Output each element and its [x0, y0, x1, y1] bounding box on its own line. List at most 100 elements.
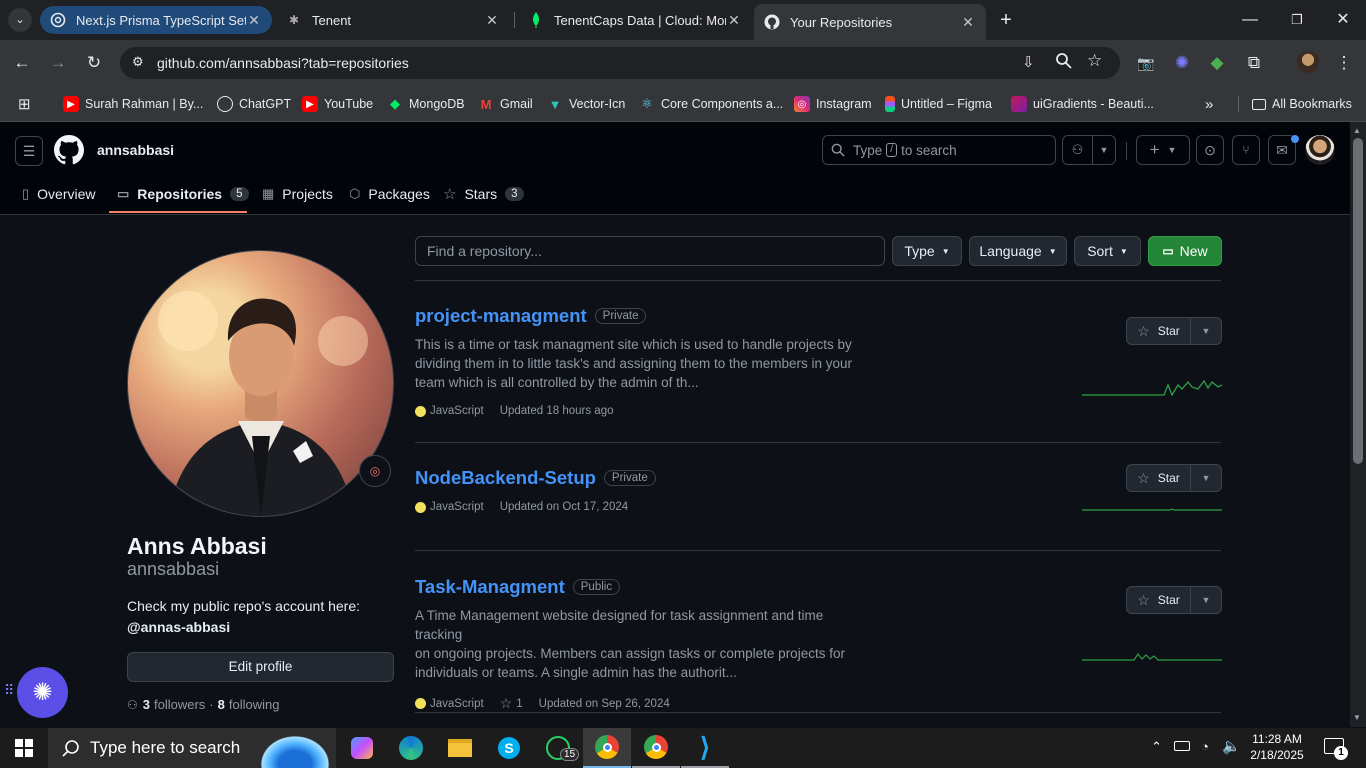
minimize-window-button[interactable]: —	[1238, 8, 1262, 32]
colorful-extension-icon[interactable]: ◆	[1205, 51, 1229, 75]
whatsapp-app-icon[interactable]: 15	[534, 728, 582, 768]
restore-window-button[interactable]: ❐	[1285, 8, 1309, 32]
close-window-button[interactable]: ✕	[1331, 8, 1355, 32]
close-tab-icon[interactable]: ✕	[484, 12, 500, 29]
clock[interactable]: 11:28 AM 2/18/2025	[1247, 731, 1307, 763]
star-lists-dropdown[interactable]: ▼	[1191, 465, 1221, 491]
tab-nextjs-prisma[interactable]: Next.js Prisma TypeScript Setup ✕	[40, 6, 272, 34]
bookmark-gmail[interactable]: M Gmail	[478, 94, 533, 114]
drag-handle-icon[interactable]: ⠿	[4, 682, 14, 699]
install-app-icon[interactable]: ⇩	[1022, 53, 1035, 71]
bookmark-chatgpt[interactable]: ChatGPT	[217, 94, 291, 114]
address-bar[interactable]: ⚙ github.com/annsabbasi?tab=repositories…	[120, 47, 1120, 79]
tab-your-repositories[interactable]: Your Repositories ✕	[754, 4, 986, 40]
header-search-input[interactable]: Type / to search	[822, 135, 1056, 165]
tab-stars[interactable]: ☆ Stars 3	[443, 184, 524, 204]
close-tab-icon[interactable]: ✕	[960, 14, 976, 31]
star-button-main[interactable]: ☆ Star	[1127, 587, 1191, 613]
taskbar-search-box[interactable]: Type here to search	[48, 728, 336, 768]
followers-count[interactable]: 3	[143, 697, 150, 712]
following-count[interactable]: 8	[218, 697, 225, 712]
star-button[interactable]: ☆ Star ▼	[1126, 586, 1222, 614]
bookmark-youtube[interactable]: ▶ YouTube	[302, 94, 373, 114]
bookmark-surah-rahman[interactable]: ▶ Surah Rahman | By...	[63, 94, 203, 114]
gear-extension-icon[interactable]: ✺	[1170, 51, 1194, 75]
bookmark-vector-icn[interactable]: ▼ Vector-Icn	[547, 94, 626, 114]
edit-profile-button[interactable]: Edit profile	[127, 652, 394, 682]
windows-start-icon[interactable]	[0, 728, 48, 768]
battery-icon[interactable]	[1174, 741, 1190, 751]
forward-icon[interactable]: →	[46, 51, 70, 75]
create-new-button[interactable]: + ▼	[1136, 135, 1190, 165]
reload-icon[interactable]: ↻	[82, 51, 106, 75]
skype-app-icon[interactable]: S	[485, 728, 533, 768]
user-avatar[interactable]	[1305, 135, 1335, 165]
address-bar-url[interactable]: github.com/annsabbasi?tab=repositories	[157, 55, 409, 71]
all-bookmarks-folder[interactable]: All Bookmarks	[1252, 94, 1352, 114]
status-emoji-button[interactable]: ◎	[359, 455, 391, 487]
header-username[interactable]: annsabbasi	[97, 142, 174, 158]
scrollbar-thumb[interactable]	[1353, 138, 1363, 464]
site-info-icon[interactable]: ⚙	[132, 54, 144, 70]
tab-search-button[interactable]: ⌄	[8, 8, 32, 32]
pull-requests-button[interactable]: ⑂	[1232, 135, 1260, 165]
find-repository-input[interactable]: Find a repository...	[415, 236, 885, 266]
chrome-menu-icon[interactable]: ⋮	[1332, 51, 1356, 75]
tab-overview[interactable]: ▯ Overview	[22, 184, 96, 204]
bookmark-uigradients[interactable]: uiGradients - Beauti...	[1011, 94, 1154, 114]
back-icon[interactable]: ←	[10, 51, 34, 75]
close-tab-icon[interactable]: ✕	[726, 12, 742, 29]
camera-extension-icon[interactable]: 📷	[1134, 51, 1158, 75]
star-button-main[interactable]: ☆ Star	[1127, 318, 1191, 344]
scroll-down-arrow[interactable]: ▼	[1353, 713, 1361, 722]
language-filter-button[interactable]: Language ▼	[969, 236, 1067, 266]
tab-repositories[interactable]: ▭ Repositories 5	[117, 184, 249, 204]
chrome-app-icon[interactable]	[632, 728, 680, 768]
apps-grid-icon[interactable]: ⊞	[18, 94, 31, 114]
repo-name-link[interactable]: NodeBackend-Setup	[415, 467, 596, 488]
copilot-app-icon[interactable]	[338, 728, 386, 768]
bookmark-core-components[interactable]: ⚛ Core Components a...	[639, 94, 783, 114]
extensions-puzzle-icon[interactable]: ⧉	[1242, 51, 1266, 75]
volume-icon[interactable]: 🔈	[1222, 737, 1241, 755]
tab-mongodb[interactable]: TenentCaps Data | Cloud: Mong ✕	[518, 6, 752, 34]
tab-projects[interactable]: ▦ Projects	[262, 184, 333, 204]
star-button-main[interactable]: ☆ Star	[1127, 465, 1191, 491]
star-lists-dropdown[interactable]: ▼	[1191, 318, 1221, 344]
star-lists-dropdown[interactable]: ▼	[1191, 587, 1221, 613]
profile-photo[interactable]	[127, 250, 394, 517]
wifi-icon[interactable]: ◔	[1201, 739, 1209, 754]
repo-name-link[interactable]: project-managment	[415, 305, 587, 326]
profile-avatar-icon[interactable]	[1297, 51, 1319, 73]
type-filter-button[interactable]: Type ▼	[892, 236, 962, 266]
scroll-up-arrow[interactable]: ▲	[1353, 126, 1361, 135]
issues-button[interactable]: ⊙	[1196, 135, 1224, 165]
page-scrollbar[interactable]: ▲ ▼	[1350, 122, 1366, 727]
bookmark-instagram[interactable]: ◎ Instagram	[794, 94, 872, 114]
close-tab-icon[interactable]: ✕	[246, 12, 262, 29]
hamburger-menu-button[interactable]: ☰	[15, 136, 43, 166]
repo-stars-count[interactable]: 1	[516, 698, 522, 710]
floating-extension-button[interactable]: ✺	[17, 667, 68, 718]
bookmark-star-icon[interactable]: ☆	[1087, 51, 1102, 71]
more-bookmarks-chevron-icon[interactable]: »	[1205, 94, 1213, 114]
repo-name-link[interactable]: Task-Managment	[415, 576, 565, 597]
following-label[interactable]: following	[229, 697, 280, 712]
bookmark-mongodb[interactable]: ◆ MongoDB	[387, 94, 465, 114]
star-button[interactable]: ☆ Star ▼	[1126, 317, 1222, 345]
edge-app-icon[interactable]	[387, 728, 435, 768]
star-button[interactable]: ☆ Star ▼	[1126, 464, 1222, 492]
chrome-app-icon-active[interactable]	[583, 728, 631, 768]
profile-bio-mention[interactable]: @annas-abbasi	[127, 619, 230, 635]
copilot-button[interactable]: ⚇ ▼	[1062, 135, 1116, 165]
github-logo-icon[interactable]	[54, 135, 84, 170]
followers-label[interactable]: followers	[154, 697, 205, 712]
tray-overflow-chevron-icon[interactable]: ⌃	[1151, 739, 1162, 755]
tab-tenent[interactable]: ✱ Tenent ✕	[276, 6, 510, 34]
new-tab-button[interactable]: +	[994, 8, 1018, 32]
sort-button[interactable]: Sort ▼	[1074, 236, 1141, 266]
tab-packages[interactable]: ⬡ Packages	[349, 184, 430, 204]
zoom-icon[interactable]	[1055, 52, 1073, 75]
new-repository-button[interactable]: ▭ New	[1148, 236, 1222, 266]
vscode-app-icon[interactable]: ⟩	[681, 728, 729, 768]
